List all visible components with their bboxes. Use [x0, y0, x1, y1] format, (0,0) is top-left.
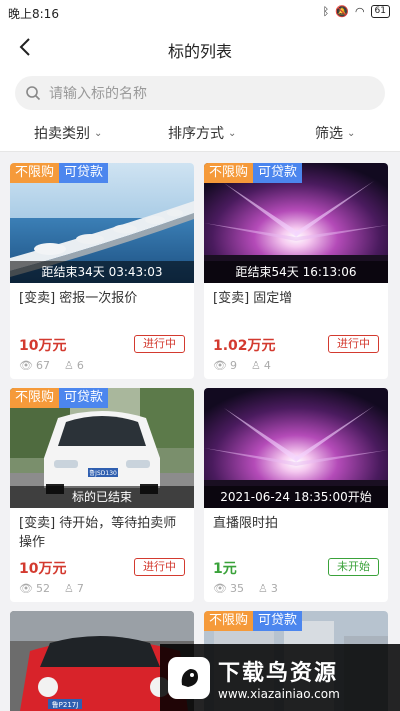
tag-loan: 可贷款: [59, 163, 109, 183]
mute-icon: 🔕: [335, 5, 349, 18]
bids-value: 4: [263, 359, 271, 372]
watermark-title: 下载鸟资源: [218, 660, 339, 686]
status-badge: 进行中: [134, 335, 185, 353]
chevron-down-icon: ⌄: [228, 127, 237, 139]
bids-value: 3: [270, 582, 278, 595]
tag-loan: 可贷款: [59, 388, 109, 408]
auction-card[interactable]: 鲁JSD130 不限购 可贷款 标的已结束 [变卖] 待开始，等待拍卖师操作 1…: [10, 388, 194, 602]
card-image: 鲁JSD130 不限购 可贷款 标的已结束: [10, 388, 194, 508]
search-section: [0, 70, 400, 118]
eye-icon: 👁: [19, 359, 33, 372]
bids-count: ♙ 6: [64, 359, 84, 372]
watermark-text: 下载鸟资源 www.xiazainiao.com: [218, 655, 340, 701]
status-badge: 进行中: [134, 558, 185, 576]
card-countdown: 距结束34天 03:43:03: [10, 261, 194, 283]
card-countdown: 距结束54天 16:13:06: [204, 261, 388, 283]
bids-value: 7: [76, 582, 84, 595]
tag-unlimited: 不限购: [204, 163, 254, 183]
user-icon: ♙: [63, 359, 74, 372]
license-plate: 鲁P217J: [52, 700, 79, 709]
eye-icon: 👁: [213, 582, 227, 595]
card-tags: 不限购 可贷款: [204, 163, 303, 183]
card-image: 2021-06-24 18:35:00开始: [204, 388, 388, 508]
card-meta: 👁 35 ♙ 3: [213, 582, 278, 595]
card-image: 不限购 可贷款 距结束54天 16:13:06: [204, 163, 388, 283]
views-count: 👁 67: [19, 359, 50, 372]
card-countdown: 2021-06-24 18:35:00开始: [204, 486, 388, 508]
user-icon: ♙: [250, 359, 261, 372]
card-price: 1.02万元: [213, 338, 276, 354]
auction-card[interactable]: 不限购 可贷款 距结束34天 03:43:03 [变卖] 密报一次报价 10万元…: [10, 163, 194, 379]
bird-logo-icon: [168, 656, 210, 699]
user-icon: ♙: [257, 582, 268, 595]
tag-loan: 可贷款: [253, 611, 303, 631]
status-badge: 进行中: [328, 335, 379, 353]
card-tags: 不限购 可贷款: [204, 611, 303, 631]
card-title: 直播限时拍: [213, 516, 279, 531]
views-value: 52: [35, 582, 50, 595]
filter-sort[interactable]: 排序方式 ⌄: [168, 123, 236, 143]
search-box[interactable]: [15, 76, 385, 110]
filter-more-label: 筛选: [315, 126, 343, 142]
bluetooth-icon: ᛒ: [322, 5, 330, 18]
card-tags: 不限购 可贷款: [10, 163, 109, 183]
nav-bar: 标的列表: [0, 26, 400, 70]
status-time: 晚上8:16: [8, 7, 59, 21]
card-image: 不限购 可贷款 距结束34天 03:43:03: [10, 163, 194, 283]
wifi-icon: ◠: [354, 5, 365, 18]
views-value: 35: [229, 582, 244, 595]
auction-card[interactable]: 不限购 可贷款 距结束54天 16:13:06 [变卖] 固定增 1.02万元 …: [204, 163, 388, 379]
status-icons: ᛒ 🔕 ◠ 61: [323, 5, 390, 18]
card-price: 10万元: [19, 561, 67, 577]
bids-count: ♙ 3: [258, 582, 278, 595]
bids-count: ♙ 7: [64, 582, 84, 595]
bids-count: ♙ 4: [251, 359, 271, 372]
views-count: 👁 35: [213, 582, 244, 595]
chevron-down-icon: ⌄: [94, 127, 103, 139]
search-input[interactable]: [49, 85, 349, 101]
card-title: [变卖] 固定增: [213, 291, 293, 306]
filter-more[interactable]: 筛选 ⌄: [315, 123, 355, 143]
tag-loan: 可贷款: [253, 163, 303, 183]
bids-value: 6: [76, 359, 84, 372]
views-count: 👁 9: [213, 359, 237, 372]
filter-bar: 拍卖类别 ⌄ 排序方式 ⌄ 筛选 ⌄: [0, 118, 400, 152]
eye-icon: 👁: [213, 359, 227, 372]
tag-unlimited: 不限购: [10, 163, 60, 183]
card-title: [变卖] 密报一次报价: [19, 291, 138, 306]
battery-icon: 61: [370, 5, 390, 18]
card-meta: 👁 52 ♙ 7: [19, 582, 84, 595]
watermark-banner: 下载鸟资源 www.xiazainiao.com: [160, 644, 400, 711]
page-title: 标的列表: [167, 42, 232, 61]
license-plate: 鲁JSD130: [89, 469, 117, 477]
card-tags: 不限购 可贷款: [10, 388, 109, 408]
views-value: 9: [229, 359, 237, 372]
watermark-url: www.xiazainiao.com: [218, 686, 340, 701]
filter-sort-label: 排序方式: [168, 126, 224, 142]
auction-grid: 不限购 可贷款 距结束34天 03:43:03 [变卖] 密报一次报价 10万元…: [0, 152, 400, 711]
card-countdown: 标的已结束: [10, 486, 194, 508]
chevron-down-icon: ⌄: [347, 127, 356, 139]
views-value: 67: [35, 359, 50, 372]
filter-category[interactable]: 拍卖类别 ⌄: [34, 123, 102, 143]
status-bar: 晚上8:16 ᛒ 🔕 ◠ 61: [0, 0, 400, 26]
user-icon: ♙: [63, 582, 74, 595]
status-badge: 未开始: [328, 558, 379, 576]
search-icon: [26, 86, 41, 101]
card-title: [变卖] 待开始，等待拍卖师操作: [19, 516, 177, 550]
views-count: 👁 52: [19, 582, 50, 595]
card-meta: 👁 67 ♙ 6: [19, 359, 84, 372]
card-price: 1元: [213, 561, 237, 577]
eye-icon: 👁: [19, 582, 33, 595]
auction-card[interactable]: 2021-06-24 18:35:00开始 直播限时拍 1元 未开始 👁 35 ♙…: [204, 388, 388, 602]
filter-category-label: 拍卖类别: [34, 126, 90, 142]
card-meta: 👁 9 ♙ 4: [213, 359, 271, 372]
tag-unlimited: 不限购: [10, 388, 60, 408]
tag-unlimited: 不限购: [204, 611, 254, 631]
card-price: 10万元: [19, 338, 67, 354]
